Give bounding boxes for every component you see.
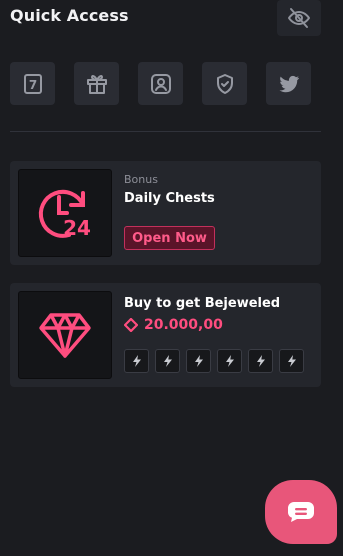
daily-chests-image: 24: [18, 169, 112, 257]
lightning-icon: [256, 355, 265, 367]
chat-bubble-icon: [288, 502, 314, 522]
bejeweled-image: [18, 291, 112, 379]
quick-access-header: Quick Access: [10, 0, 323, 36]
boost-slot: [248, 349, 273, 373]
calendar-day-button[interactable]: 7: [10, 62, 55, 105]
twitter-icon: [279, 75, 299, 92]
lightning-icon: [225, 355, 234, 367]
hide-panel-button[interactable]: [277, 0, 321, 36]
gift-icon: [86, 74, 107, 94]
lightning-icon: [163, 355, 172, 367]
profile-button[interactable]: [138, 62, 183, 105]
bejeweled-card[interactable]: Buy to get Bejeweled 20.000,00: [10, 283, 321, 387]
shield-check-icon: [216, 73, 233, 94]
calendar-seven-icon: 7: [23, 73, 42, 94]
bonus-kicker: Bonus: [124, 173, 158, 186]
gem-icon: [39, 313, 91, 358]
bejeweled-price: 20.000,00: [124, 317, 223, 333]
panel-title: Quick Access: [10, 6, 129, 25]
lightning-icon: [194, 355, 203, 367]
boost-slot: [186, 349, 211, 373]
gift-button[interactable]: [74, 62, 119, 105]
boost-slot: [155, 349, 180, 373]
bejeweled-title: Buy to get Bejeweled: [124, 296, 281, 311]
boost-slot: [279, 349, 304, 373]
boost-slot: [124, 349, 149, 373]
chat-button[interactable]: [265, 480, 337, 544]
diamond-outline-icon: [124, 318, 138, 332]
price-value: 20.000,00: [144, 317, 223, 333]
clock-24-text: 24: [63, 216, 91, 240]
daily-chests-title: Daily Chests: [124, 191, 215, 206]
quick-actions-row: 7: [10, 62, 313, 106]
daily-chests-card[interactable]: 24 Bonus Daily Chests Open Now: [10, 161, 321, 265]
calendar-day-text: 7: [28, 78, 36, 92]
boost-slot: [217, 349, 242, 373]
user-icon: [150, 73, 171, 94]
section-divider: [10, 131, 321, 132]
clock-24-icon: 24: [38, 189, 91, 240]
lightning-icon: [132, 355, 141, 367]
security-button[interactable]: [202, 62, 247, 105]
twitter-button[interactable]: [266, 62, 311, 105]
lightning-icon: [287, 355, 296, 367]
open-now-button[interactable]: Open Now: [124, 226, 215, 250]
eye-off-icon: [288, 8, 310, 28]
